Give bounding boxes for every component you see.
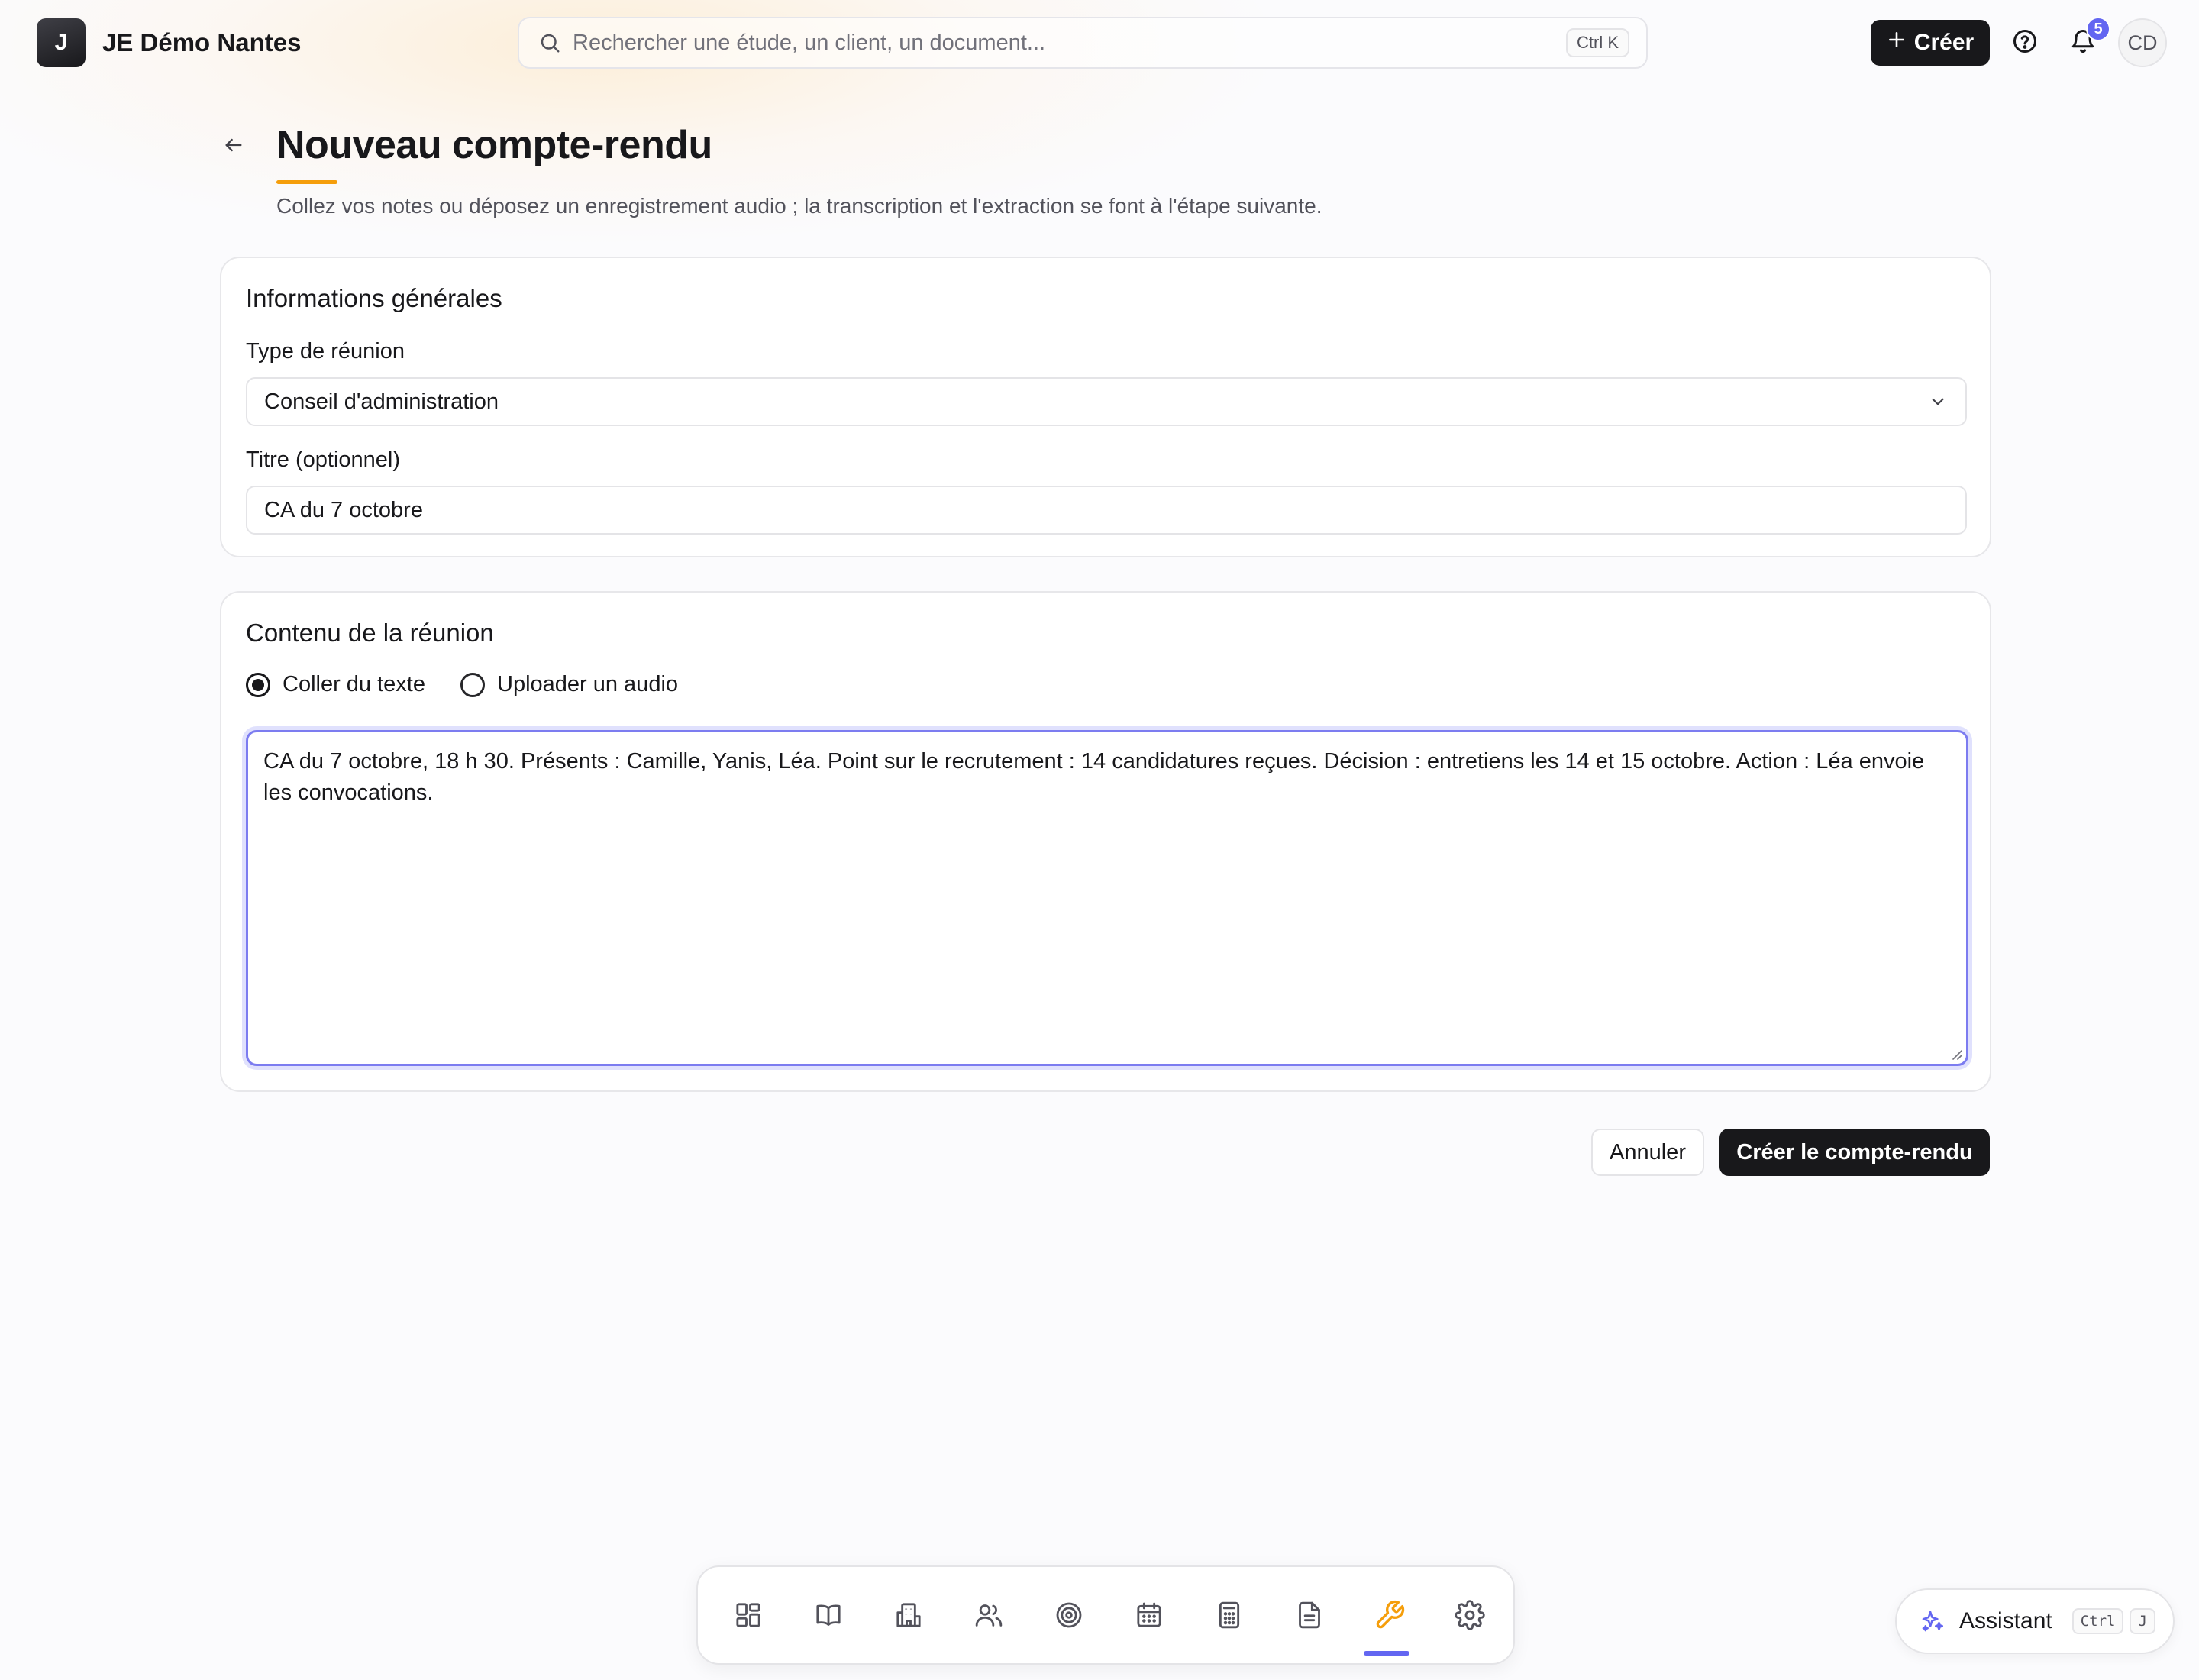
dock-item-companies[interactable]	[881, 1589, 936, 1644]
top-bar: J JE Démo Nantes Ctrl K Créer 5 CD	[0, 0, 2199, 86]
meeting-type-value: Conseil d'administration	[264, 389, 499, 414]
title-underline	[276, 180, 337, 184]
global-search[interactable]: Ctrl K	[518, 17, 1648, 69]
document-icon	[1294, 1600, 1325, 1634]
help-icon	[2011, 27, 2039, 59]
dock-item-calendar[interactable]	[1122, 1589, 1177, 1644]
bottom-dock	[696, 1565, 1515, 1665]
back-button[interactable]	[220, 133, 247, 160]
calendar-icon	[1134, 1600, 1164, 1634]
general-info-card: Informations générales Type de réunion C…	[220, 257, 1991, 557]
create-button-label: Créer	[1913, 30, 1975, 55]
title-field[interactable]	[246, 486, 1967, 535]
dock-active-indicator	[1364, 1651, 1409, 1656]
users-icon	[974, 1600, 1004, 1634]
shortcut-j-key: J	[2130, 1608, 2155, 1634]
assistant-label: Assistant	[1959, 1608, 2052, 1633]
radio-checked-icon[interactable]	[246, 672, 270, 697]
target-icon	[1054, 1600, 1084, 1634]
assistant-button[interactable]: Assistant Ctrl J	[1895, 1588, 2175, 1654]
dock-item-documents[interactable]	[1282, 1589, 1337, 1644]
radio-unchecked-icon[interactable]	[460, 672, 485, 697]
page-title: Nouveau compte-rendu	[276, 123, 712, 167]
dock-item-tools[interactable]	[1362, 1589, 1417, 1644]
notification-badge: 5	[2086, 17, 2110, 41]
settings-icon	[1455, 1599, 1485, 1634]
dock-item-book[interactable]	[801, 1589, 856, 1644]
brand-name: JE Démo Nantes	[102, 28, 302, 57]
radio-upload-audio[interactable]: Uploader un audio	[460, 672, 678, 697]
meeting-content-card: Contenu de la réunion Coller du texte Up…	[220, 591, 1991, 1092]
content-source-radio-group: Coller du texte Uploader un audio	[246, 672, 713, 697]
cancel-button[interactable]: Annuler	[1591, 1129, 1704, 1176]
dock-item-calculator[interactable]	[1202, 1589, 1257, 1644]
search-shortcut-hint: Ctrl K	[1566, 28, 1629, 57]
dashboard-icon	[733, 1600, 764, 1634]
calculator-icon	[1214, 1600, 1245, 1634]
brand[interactable]: J JE Démo Nantes	[37, 18, 301, 67]
arrow-left-icon	[223, 134, 244, 160]
brand-logo: J	[37, 18, 86, 67]
create-button[interactable]: Créer	[1871, 20, 1990, 66]
chevron-down-icon	[1923, 386, 1953, 417]
meeting-content-heading: Contenu de la réunion	[246, 619, 494, 647]
radio-paste-text[interactable]: Coller du texte	[246, 672, 425, 697]
radio-paste-text-label: Coller du texte	[283, 672, 425, 696]
content-textarea-wrapper: CA du 7 octobre, 18 h 30. Présents : Cam…	[246, 730, 1968, 1066]
book-icon	[813, 1600, 844, 1634]
user-avatar[interactable]: CD	[2118, 18, 2167, 67]
shortcut-ctrl-key: Ctrl	[2071, 1608, 2124, 1634]
search-input[interactable]	[573, 30, 1566, 56]
search-icon	[536, 29, 563, 57]
sparkles-icon	[1918, 1607, 1947, 1636]
wrench-icon	[1374, 1599, 1406, 1635]
dock-item-goals[interactable]	[1041, 1589, 1096, 1644]
create-report-button[interactable]: Créer le compte-rendu	[1719, 1129, 1990, 1176]
dock-item-users[interactable]	[961, 1589, 1016, 1644]
meeting-type-label: Type de réunion	[246, 339, 405, 363]
building-icon	[893, 1600, 924, 1634]
general-info-heading: Informations générales	[246, 284, 502, 312]
title-field-label: Titre (optionnel)	[246, 447, 401, 472]
meeting-type-select[interactable]: Conseil d'administration	[246, 377, 1967, 426]
help-button[interactable]	[2008, 26, 2042, 60]
dock-item-settings[interactable]	[1442, 1589, 1497, 1644]
content-textarea[interactable]: CA du 7 octobre, 18 h 30. Présents : Cam…	[248, 732, 1966, 1064]
radio-upload-audio-label: Uploader un audio	[497, 672, 679, 696]
resize-handle-icon[interactable]	[1949, 1047, 1963, 1061]
page-subtitle: Collez vos notes ou déposez un enregistr…	[276, 194, 1322, 218]
plus-icon	[1887, 30, 1907, 56]
dock-item-dashboard[interactable]	[721, 1589, 776, 1644]
